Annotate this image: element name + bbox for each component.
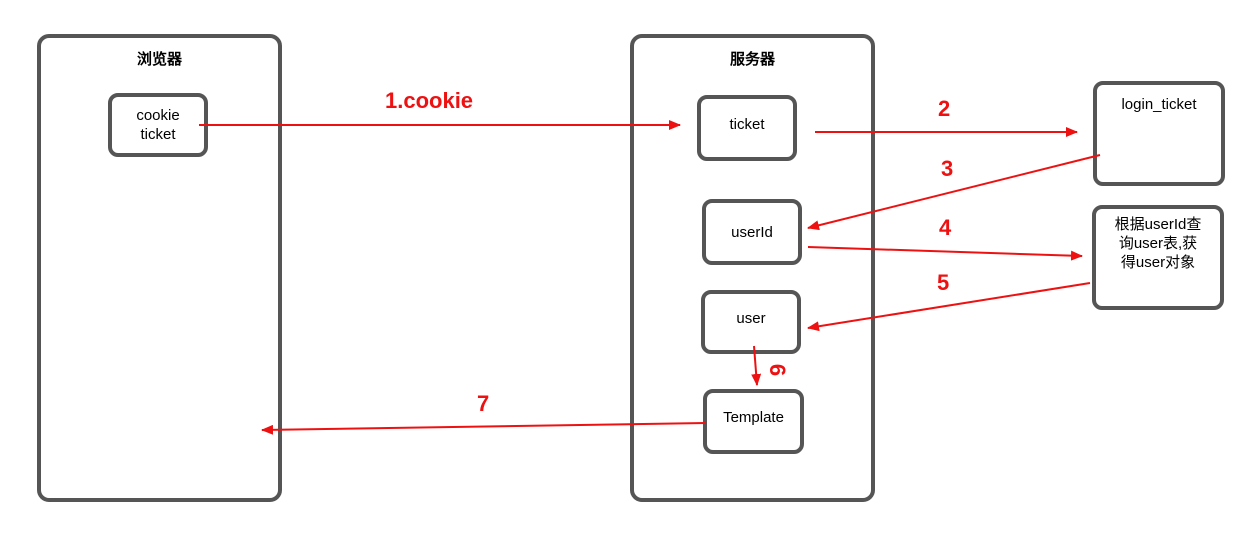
step-1-label: 1.cookie <box>385 88 474 113</box>
arrow-step-3 <box>807 154 1101 231</box>
step-4-label: 4 <box>939 215 952 240</box>
step-5-label: 5 <box>937 270 950 295</box>
step-2-label: 2 <box>938 96 951 121</box>
step-3-label: 3 <box>941 156 954 181</box>
arrow-step-4 <box>807 246 1083 261</box>
step-6-label: 6 <box>765 363 791 377</box>
arrow-step-7 <box>261 422 707 435</box>
arrow-step-6 <box>751 345 762 386</box>
arrows-layer <box>199 120 1101 435</box>
step-7-label: 7 <box>477 391 490 416</box>
